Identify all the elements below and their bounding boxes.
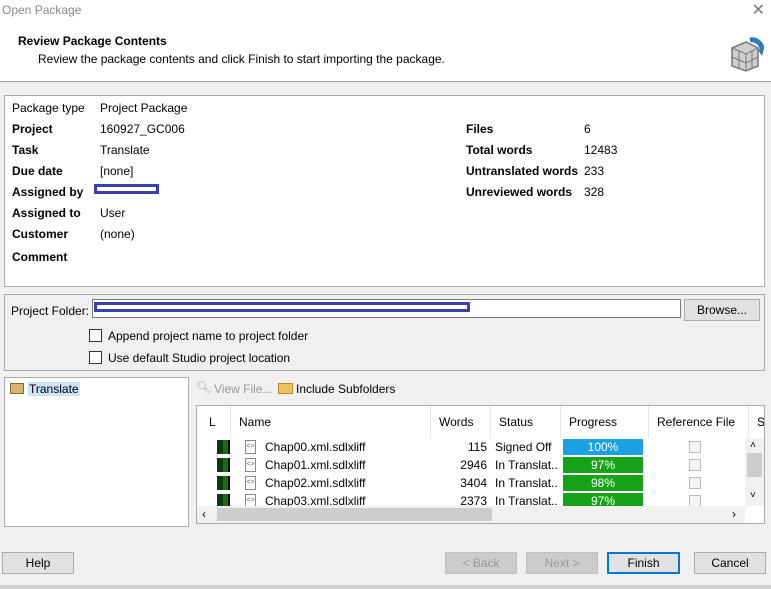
info-label: Untranslated words [466,164,579,178]
table-row[interactable]: <> Chap02.xml.sdlxliff 3404 In Translat.… [197,474,742,492]
progress-bar: 98% [563,475,643,491]
info-value: 12483 [584,143,618,157]
info-value: (none) [100,227,135,241]
column-header-l[interactable]: L [197,406,231,438]
info-label: Comment [12,250,68,264]
vertical-scroll-thumb[interactable] [747,453,762,477]
project-folder-group: Project Folder: Browse... Append project… [4,294,765,371]
window-title: Open Package [2,3,82,17]
next-button[interactable]: Next > [526,552,598,574]
file-icon: <> [245,476,256,490]
info-label: Files [466,122,494,136]
info-label: Assigned by [12,185,84,199]
progress-bar: 97% [563,457,643,473]
project-folder-input[interactable] [92,299,681,318]
back-button[interactable]: < Back [445,552,517,574]
project-folder-label: Project Folder: [11,304,90,318]
info-label: Project [12,122,53,136]
view-file-label: View File... [214,382,273,396]
reference-file-checkbox[interactable] [689,441,701,453]
folder-icon [10,383,24,394]
word-count: 3404 [460,476,487,490]
info-label: Customer [12,227,69,241]
help-button[interactable]: Help [2,552,74,574]
file-name: Chap00.xml.sdlxliff [265,440,366,454]
table-row[interactable]: <> Chap01.xml.sdlxliff 2946 In Translat.… [197,456,742,474]
info-value: User [100,206,126,220]
translation-status-icon [217,458,230,472]
horizontal-scrollbar[interactable]: ‹ › [197,506,745,523]
bottom-edge [0,585,771,589]
use-default-location-label: Use default Studio project location [108,351,291,365]
column-header-name[interactable]: Name [231,406,431,438]
append-project-name-checkbox[interactable] [89,329,102,342]
info-label: Due date [12,164,63,178]
files-grid: L Name Words Status Progress Reference F… [196,405,765,524]
redacted-folder-path [94,302,470,312]
translation-status-icon [217,476,230,490]
file-status: In Translat... [495,458,559,472]
file-status: Signed Off [495,440,552,454]
tree-item-label: Translate [28,382,80,396]
close-icon[interactable]: ✕ [752,0,765,20]
info-label: Package type [12,101,85,115]
redacted-assigned-by [94,184,159,194]
info-value: [none] [100,164,134,178]
package-info-panel: Package type Project Package Project 160… [4,95,765,287]
scroll-left-icon[interactable]: ‹ [202,507,206,521]
append-project-name-label: Append project name to project folder [108,329,309,343]
info-label: Total words [466,143,533,157]
scroll-up-icon[interactable]: ˄ [750,440,756,451]
vertical-scrollbar[interactable]: ˄ ˅ [745,438,764,506]
info-label: Assigned to [12,206,81,220]
info-value: 6 [584,122,591,136]
column-header-words[interactable]: Words [431,406,491,438]
finish-button[interactable]: Finish [607,552,680,574]
translation-status-icon [217,440,230,454]
wizard-header: Review Package Contents Review the packa… [0,22,771,82]
word-count: 115 [467,440,487,454]
scroll-down-icon[interactable]: ˅ [750,490,756,501]
progress-bar: 100% [563,439,643,455]
column-header-progress[interactable]: Progress [561,406,649,438]
include-subfolders-button[interactable]: Include Subfolders [278,380,408,398]
page-subtitle: Review the package contents and click Fi… [38,52,445,66]
reference-file-checkbox[interactable] [689,477,701,489]
scroll-right-icon[interactable]: › [732,507,736,521]
browse-button[interactable]: Browse... [684,299,760,321]
search-icon: 🔍︎ [196,380,212,394]
column-header-status[interactable]: Status [491,406,561,438]
use-default-location-checkbox[interactable] [89,351,102,364]
page-title: Review Package Contents [18,34,167,48]
table-row[interactable]: <> Chap00.xml.sdlxliff 115 Signed Off 10… [197,438,742,456]
package-refresh-icon [728,36,765,72]
file-icon: <> [245,440,256,454]
info-value: 328 [584,185,605,199]
info-value: 233 [584,164,605,178]
task-tree: Translate [4,377,189,527]
reference-file-checkbox[interactable] [689,459,701,471]
title-bar: Open Package ✕ [0,0,771,22]
file-icon: <> [245,458,256,472]
horizontal-scroll-thumb[interactable] [217,508,492,521]
info-value: 160927_GC006 [100,122,185,136]
info-label: Unreviewed words [466,185,573,199]
info-label: Task [12,143,39,157]
file-name: Chap01.xml.sdlxliff [265,458,366,472]
file-name: Chap02.xml.sdlxliff [265,476,366,490]
include-subfolders-label: Include Subfolders [296,382,396,396]
cancel-button[interactable]: Cancel [694,552,766,574]
file-status: In Translat... [495,476,559,490]
column-header-reference-file[interactable]: Reference File [649,406,749,438]
info-value: Translate [100,143,150,157]
info-value: Project Package [100,101,188,115]
column-header-s[interactable]: S [749,406,764,438]
word-count: 2946 [460,458,487,472]
folder-icon [278,383,293,394]
